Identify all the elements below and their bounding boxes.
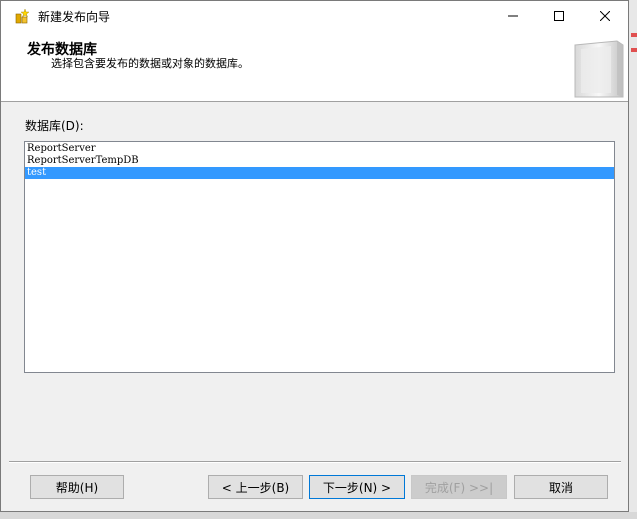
footer-divider <box>9 461 621 463</box>
database-listbox[interactable]: ReportServer ReportServerTempDB test <box>24 141 615 373</box>
database-cylinder-icon <box>574 40 624 98</box>
maximize-icon <box>554 11 564 21</box>
minimize-icon <box>508 15 518 17</box>
background-mark <box>631 33 637 37</box>
wizard-header: 发布数据库 选择包含要发布的数据或对象的数据库。 <box>1 31 628 102</box>
next-button[interactable]: 下一步(N) > <box>309 475 405 499</box>
help-button[interactable]: 帮助(H) <box>30 475 124 499</box>
background-bottom <box>0 512 637 519</box>
title-bar[interactable]: 新建发布向导 <box>1 1 628 31</box>
background-strip <box>629 0 637 519</box>
database-item[interactable]: ReportServerTempDB <box>25 155 614 167</box>
close-icon <box>600 11 610 21</box>
close-button[interactable] <box>582 1 628 31</box>
finish-button[interactable]: 完成(F) >>| <box>411 475 507 499</box>
previous-button[interactable]: < 上一步(B) <box>208 475 303 499</box>
wizard-window: 新建发布向导 发布数据库 选择包含要发布的数据或对象的数据库。 数据库(D): … <box>0 0 629 512</box>
minimize-button[interactable] <box>490 1 536 31</box>
maximize-button[interactable] <box>536 1 582 31</box>
wizard-app-icon <box>15 8 30 24</box>
page-subtitle: 选择包含要发布的数据或对象的数据库。 <box>51 57 249 70</box>
window-title: 新建发布向导 <box>38 10 111 24</box>
database-list-label: 数据库(D): <box>25 119 84 133</box>
background-mark <box>631 48 637 52</box>
database-item[interactable]: ReportServer <box>25 143 614 155</box>
database-item-selected[interactable]: test <box>25 167 614 179</box>
cancel-button[interactable]: 取消 <box>514 475 608 499</box>
